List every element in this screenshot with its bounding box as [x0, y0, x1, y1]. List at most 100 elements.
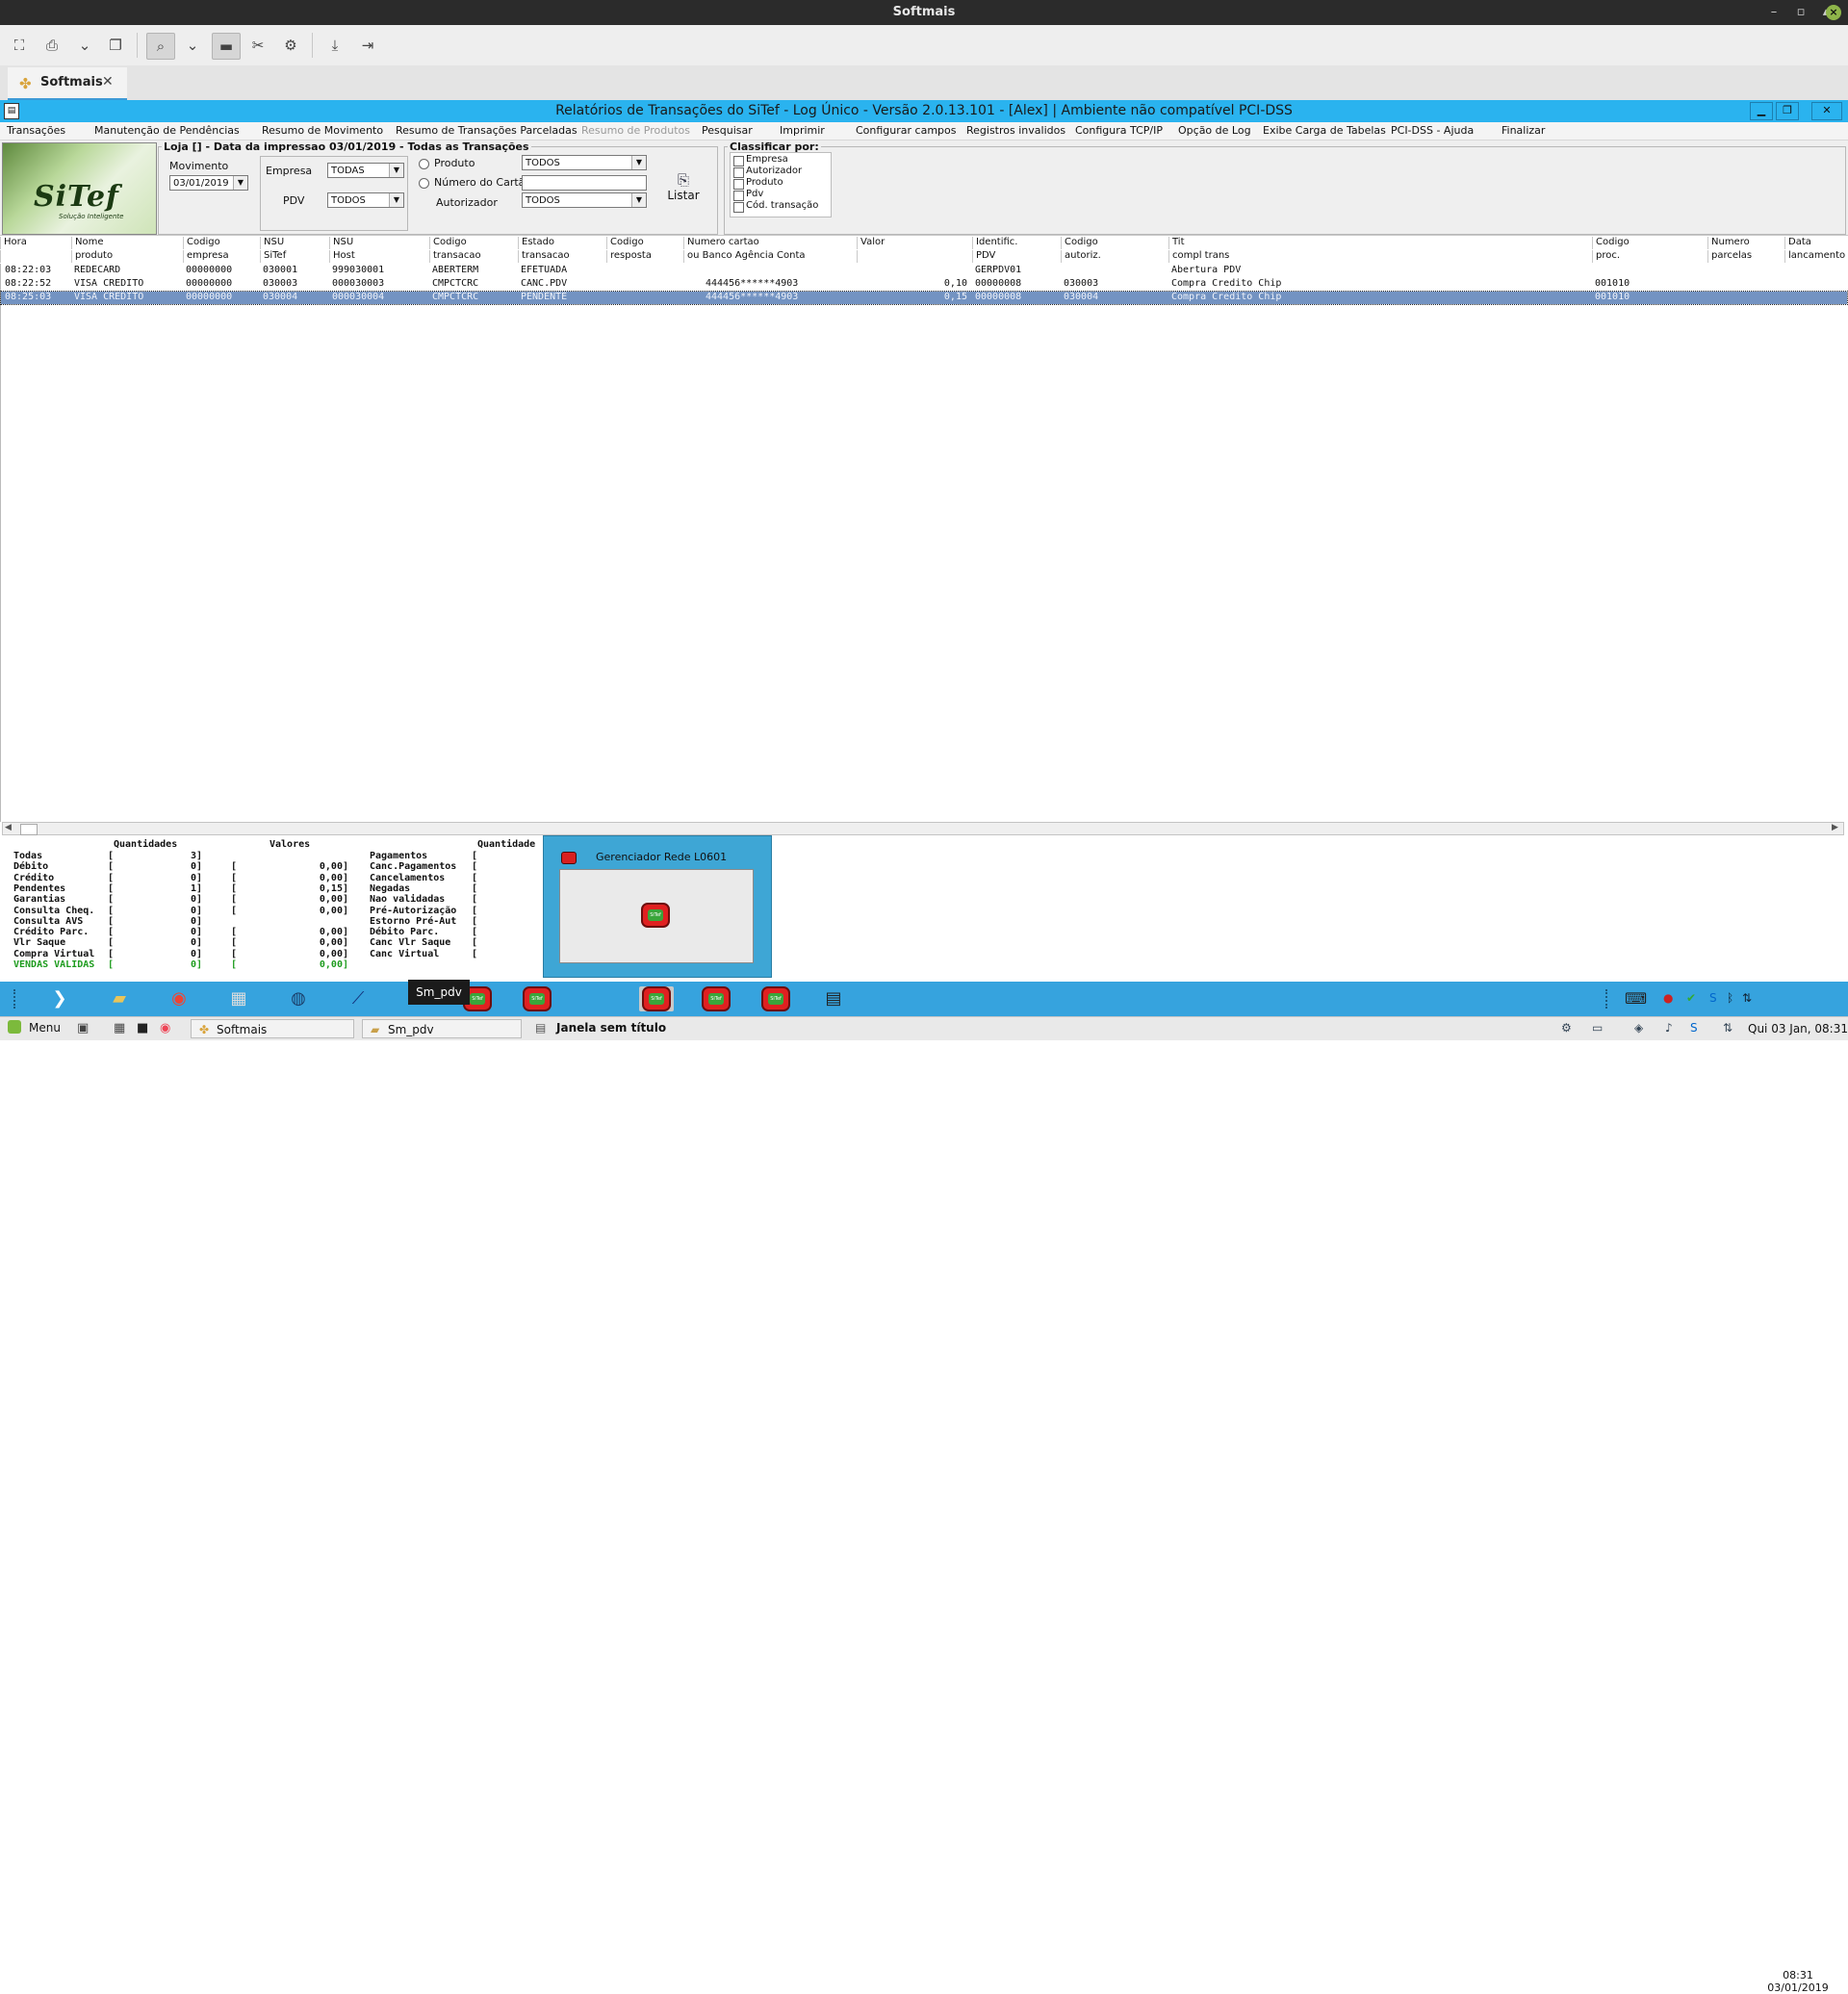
menu-opcao-log[interactable]: Opção de Log	[1178, 124, 1251, 137]
column-header[interactable]: Numero	[1707, 237, 1784, 249]
classify-produto-checkbox[interactable]	[733, 179, 744, 190]
sitef-launcher-4[interactable]: SiTef	[699, 986, 733, 1011]
tray-icon[interactable]: ✔	[1686, 991, 1696, 1005]
menu-transacoes[interactable]: Transações	[7, 124, 65, 137]
volume-icon[interactable]: ♪	[1665, 1021, 1673, 1035]
scrollbar-thumb[interactable]	[20, 824, 38, 835]
column-header[interactable]: Identific.	[972, 237, 1061, 249]
menu-pci-dss-ajuda[interactable]: PCI-DSS - Ajuda	[1391, 124, 1474, 137]
terminal-icon[interactable]: ❯	[42, 986, 77, 1011]
zoom-icon[interactable]: ⌕	[146, 33, 175, 60]
firefox-icon[interactable]: ◉	[160, 1021, 170, 1035]
task-sm-pdv[interactable]: ▰ Sm_pdv	[362, 1019, 522, 1038]
produto-radio[interactable]	[419, 159, 429, 169]
column-header[interactable]: Tit	[1168, 237, 1592, 249]
network-icon[interactable]: ⇅	[1742, 991, 1752, 1005]
column-header[interactable]: Codigo	[606, 237, 683, 249]
mint-menu-icon[interactable]	[8, 1020, 21, 1034]
produto-select[interactable]: TODOS ▼	[522, 155, 647, 170]
chevron-down-icon[interactable]: ▼	[631, 156, 646, 169]
calculator-icon[interactable]: ▦	[114, 1021, 125, 1035]
menu-configura-tcpip[interactable]: Configura TCP/IP	[1075, 124, 1163, 137]
cartao-radio[interactable]	[419, 178, 429, 189]
listar-button[interactable]: ⎘ Listar	[662, 171, 705, 212]
scroll-right-icon[interactable]: ▶	[1832, 823, 1838, 832]
app-icon[interactable]: ⟋	[341, 986, 375, 1011]
folder-icon[interactable]: ▰	[102, 986, 137, 1011]
classify-autorizador-checkbox[interactable]	[733, 167, 744, 178]
minimize-icon[interactable]: –	[1765, 4, 1783, 21]
shield-icon[interactable]: ◈	[1634, 1021, 1643, 1035]
column-header[interactable]: Data	[1784, 237, 1846, 249]
column-header[interactable]: Estado	[518, 237, 606, 249]
close-icon[interactable]: ×	[1826, 5, 1841, 20]
clock[interactable]: 08:31 03/01/2019	[1754, 1969, 1842, 1994]
column-header[interactable]: Nome	[71, 237, 183, 249]
document-icon[interactable]: ▤	[816, 986, 851, 1011]
scroll-left-icon[interactable]: ◀	[5, 823, 12, 832]
menu-exibe-carga-tabelas[interactable]: Exibe Carga de Tabelas	[1263, 124, 1386, 137]
menu-registros-invalidos[interactable]: Registros invalidos	[966, 124, 1065, 137]
download-icon[interactable]: ⤓	[321, 33, 348, 58]
classify-codtransacao-checkbox[interactable]	[733, 202, 744, 213]
minimize-icon[interactable]: ▁	[1750, 102, 1773, 120]
print-icon[interactable]: ⎙	[38, 33, 65, 58]
bluetooth-icon[interactable]: ᛒ	[1727, 991, 1733, 1005]
table-row[interactable]: 08:22:52 VISA CREDITO 00000000 030003 00…	[1, 278, 1847, 291]
tray-icon[interactable]: ⚙	[1561, 1021, 1572, 1035]
task-softmais[interactable]: ✤ Softmais	[191, 1019, 354, 1038]
column-header[interactable]: Numero cartao	[683, 237, 857, 249]
tab-softmais[interactable]: ✤ Softmais ✕	[8, 67, 127, 101]
tray-icon[interactable]: ▭	[1592, 1021, 1603, 1035]
network-icon[interactable]: ⇅	[1723, 1021, 1732, 1035]
exit-icon[interactable]: ⇥	[354, 33, 381, 58]
show-desktop-icon[interactable]: ▣	[77, 1021, 89, 1035]
keyboard-icon[interactable]: ⌨	[1625, 989, 1647, 1008]
close-icon[interactable]: ✕	[1811, 102, 1842, 120]
screenshot-icon[interactable]: ⛶	[6, 33, 33, 58]
menu-imprimir[interactable]: Imprimir	[780, 124, 825, 137]
autorizador-select[interactable]: TODOS ▼	[522, 192, 647, 208]
horizontal-scrollbar[interactable]: ◀ ▶	[2, 822, 1844, 835]
chrome-icon[interactable]: ◉	[162, 986, 196, 1011]
classify-pdv-checkbox[interactable]	[733, 191, 744, 201]
chevron-down-icon[interactable]: ▼	[631, 193, 646, 207]
chevron-down-icon[interactable]: ⌄	[71, 33, 98, 58]
sitef-launcher-active[interactable]: SiTef	[639, 986, 674, 1011]
menu-finalizar[interactable]: Finalizar	[1502, 124, 1545, 137]
sitef-launcher-5[interactable]: SiTef	[758, 986, 793, 1011]
sitef-icon[interactable]: SiTef	[641, 903, 670, 928]
calculator-icon[interactable]: ▦	[221, 986, 256, 1011]
chevron-down-icon[interactable]: ▼	[389, 193, 403, 207]
skype-icon[interactable]: S	[1709, 991, 1717, 1005]
menu-configurar-campos[interactable]: Configurar campos	[856, 124, 957, 137]
task-janela-sem-titulo[interactable]: Janela sem título	[556, 1021, 666, 1035]
menu-resumo-parceladas[interactable]: Resumo de Transações Parceladas	[396, 124, 578, 137]
column-header[interactable]: NSU	[329, 237, 429, 249]
tray-icon[interactable]: ●	[1663, 991, 1673, 1005]
column-header[interactable]: NSU	[260, 237, 329, 249]
column-header[interactable]: Codigo	[429, 237, 518, 249]
column-header[interactable]: Hora	[0, 237, 71, 249]
chevron-down-icon[interactable]: ▼	[233, 176, 247, 190]
classify-empresa-checkbox[interactable]	[733, 156, 744, 166]
chevron-down-icon[interactable]: ▼	[389, 164, 403, 177]
terminal-icon[interactable]: ■	[137, 1021, 148, 1035]
bottom-clock[interactable]: Qui 03 Jan, 08:31	[1748, 1022, 1848, 1035]
empresa-select[interactable]: TODAS ▼	[327, 163, 404, 178]
menu-button[interactable]: Menu	[29, 1021, 61, 1035]
restore-icon[interactable]: ▫	[1792, 4, 1810, 21]
tools-icon[interactable]: ✂	[244, 33, 271, 58]
gerenciador-rede-popup[interactable]: Gerenciador Rede L0601 SiTef	[543, 835, 772, 978]
pdv-select[interactable]: TODOS ▼	[327, 192, 404, 208]
restore-icon[interactable]: ❐	[1776, 102, 1799, 120]
column-header[interactable]: Codigo	[183, 237, 260, 249]
sitef-launcher-2[interactable]: SiTef	[520, 986, 554, 1011]
settings-icon[interactable]: ⚙	[277, 33, 304, 58]
keyboard-icon[interactable]: ▬	[212, 33, 241, 60]
column-header[interactable]: Codigo	[1061, 237, 1168, 249]
table-row[interactable]: 08:22:03 REDECARD 00000000 030001 999030…	[1, 265, 1847, 277]
menu-manutencao-pendencias[interactable]: Manutenção de Pendências	[94, 124, 240, 137]
column-header[interactable]: Valor	[857, 237, 972, 249]
network-icon[interactable]: ◍	[281, 986, 316, 1011]
